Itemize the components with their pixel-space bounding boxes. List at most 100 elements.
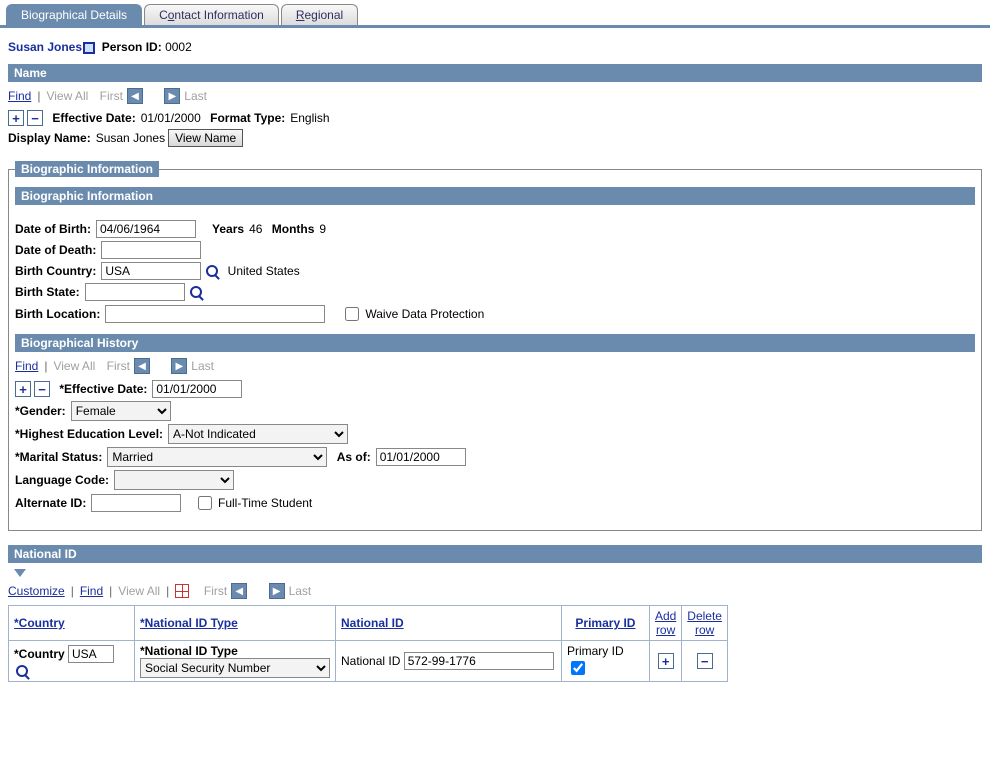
alternate-id-label: Alternate ID: [15, 496, 86, 510]
person-name: Susan Jones [8, 40, 82, 54]
section-header-bio-history: Biographical History [15, 334, 975, 352]
arrow-right-icon[interactable]: ▶ [269, 583, 285, 599]
birth-location-input[interactable] [105, 305, 325, 323]
natid-last-label: Last [289, 584, 312, 598]
tab-biographical-details[interactable]: Biographical Details [6, 4, 142, 25]
marital-status-label: *Marital Status: [15, 450, 102, 464]
birth-country-input[interactable] [101, 262, 201, 280]
arrow-left-icon[interactable]: ◀ [134, 358, 150, 374]
row-primary-checkbox[interactable] [571, 661, 585, 675]
marital-status-select[interactable]: Married [107, 447, 327, 467]
language-code-label: Language Code: [15, 473, 109, 487]
birth-location-label: Birth Location: [15, 307, 100, 321]
row-nidtype-label: *National ID Type [140, 644, 238, 658]
name-find-link[interactable]: Find [8, 89, 31, 103]
view-name-button[interactable]: View Name [168, 129, 243, 147]
name-view-all: View All [46, 89, 88, 103]
add-row-icon[interactable]: + [15, 381, 31, 397]
birth-state-label: Birth State: [15, 285, 80, 299]
tab-bar: Biographical Details Contact Information… [0, 0, 990, 28]
waive-data-protection-label: Waive Data Protection [365, 307, 484, 321]
person-header: Susan Jones Person ID: 0002 [8, 40, 982, 54]
tab-contact-information[interactable]: Contact Information [144, 4, 279, 25]
language-code-select[interactable] [114, 470, 234, 490]
biographic-information-group: Biographic Information Biographic Inform… [8, 161, 982, 531]
natid-find-link[interactable]: Find [80, 584, 103, 598]
education-select[interactable]: A-Not Indicated [168, 424, 348, 444]
section-header-bio-info: Biographic Information [15, 187, 975, 205]
col-nid[interactable]: National ID [336, 606, 562, 641]
lookup-icon[interactable] [206, 265, 218, 277]
person-id-value: 0002 [165, 40, 192, 54]
effective-date-label: Effective Date: [52, 111, 135, 125]
person-id-label: Person ID: [102, 40, 162, 54]
lookup-icon[interactable] [190, 286, 202, 298]
delete-row-icon[interactable]: − [697, 653, 713, 669]
delete-row-icon[interactable]: − [27, 110, 43, 126]
natid-view-all: View All [118, 584, 160, 598]
gender-select[interactable]: Female [71, 401, 171, 421]
as-of-label: As of: [337, 450, 371, 464]
add-row-icon[interactable]: + [8, 110, 24, 126]
col-country[interactable]: *Country [9, 606, 135, 641]
add-row-icon[interactable]: + [658, 653, 674, 669]
tab-regional[interactable]: Regional [281, 4, 358, 25]
display-name-value: Susan Jones [96, 131, 165, 145]
natid-customize-link[interactable]: Customize [8, 584, 65, 598]
birth-country-label: Birth Country: [15, 264, 96, 278]
row-nidtype-select[interactable]: Social Security Number [140, 658, 330, 678]
dod-input[interactable] [101, 241, 201, 259]
row-country-input[interactable] [68, 645, 114, 663]
display-name-label: Display Name: [8, 131, 91, 145]
section-header-national-id: National ID [8, 545, 982, 563]
alternate-id-input[interactable] [91, 494, 181, 512]
months-value: 9 [319, 222, 326, 236]
lookup-icon[interactable] [16, 665, 28, 677]
col-delete: Delete row [682, 606, 728, 641]
history-find-link[interactable]: Find [15, 359, 38, 373]
history-eff-date-label: *Effective Date: [59, 382, 147, 396]
row-primary-label: Primary ID [567, 644, 624, 658]
col-nid-type[interactable]: *National ID Type [135, 606, 336, 641]
row-nid-label: National ID [341, 654, 400, 668]
dob-input[interactable] [96, 220, 196, 238]
col-add: Add row [649, 606, 681, 641]
name-last-label: Last [184, 89, 207, 103]
arrow-left-icon[interactable]: ◀ [231, 583, 247, 599]
dod-label: Date of Death: [15, 243, 96, 257]
education-label: *Highest Education Level: [15, 427, 163, 441]
full-time-student-label: Full-Time Student [218, 496, 312, 510]
biographic-information-legend: Biographic Information [15, 161, 159, 177]
format-type-value: English [290, 111, 329, 125]
info-icon[interactable] [83, 42, 95, 54]
arrow-right-icon[interactable]: ▶ [171, 358, 187, 374]
row-nid-input[interactable] [404, 652, 554, 670]
effective-date-value: 01/01/2000 [141, 111, 201, 125]
col-primary[interactable]: Primary ID [561, 606, 649, 641]
arrow-left-icon[interactable]: ◀ [127, 88, 143, 104]
as-of-input[interactable] [376, 448, 466, 466]
dob-label: Date of Birth: [15, 222, 91, 236]
history-eff-date-input[interactable] [152, 380, 242, 398]
birth-state-input[interactable] [85, 283, 185, 301]
natid-first-label: First [204, 584, 227, 598]
history-last-label: Last [191, 359, 214, 373]
table-header-row: *Country *National ID Type National ID P… [9, 606, 728, 641]
history-view-all: View All [53, 359, 95, 373]
birth-country-desc: United States [228, 264, 300, 278]
gender-label: *Gender: [15, 404, 66, 418]
history-first-label: First [107, 359, 130, 373]
format-type-label: Format Type: [210, 111, 285, 125]
waive-data-protection-checkbox[interactable] [345, 307, 359, 321]
name-first-label: First [100, 89, 123, 103]
arrow-right-icon[interactable]: ▶ [164, 88, 180, 104]
row-country-label: *Country [14, 647, 65, 661]
expand-collapse-icon[interactable] [14, 569, 26, 577]
delete-row-icon[interactable]: − [34, 381, 50, 397]
years-value: 46 [249, 222, 262, 236]
months-label: Months [272, 222, 315, 236]
full-time-student-checkbox[interactable] [198, 496, 212, 510]
years-label: Years [212, 222, 244, 236]
grid-download-icon[interactable] [175, 584, 189, 598]
national-id-table: *Country *National ID Type National ID P… [8, 605, 728, 682]
